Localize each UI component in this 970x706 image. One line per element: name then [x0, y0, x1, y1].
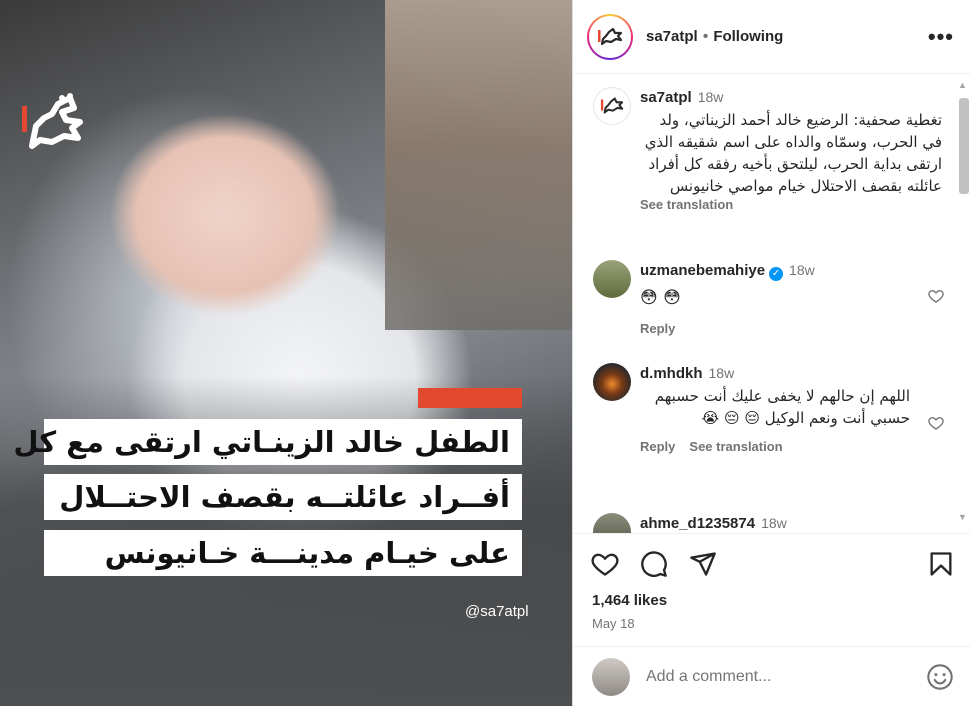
comment-like-heart-icon[interactable] — [928, 288, 944, 304]
reply-button[interactable]: Reply — [640, 321, 675, 336]
comment-content: ahme_d1235874 18w — [640, 515, 910, 533]
commenter-avatar[interactable] — [593, 260, 631, 298]
commenter-avatar[interactable] — [593, 363, 631, 401]
bookmark-icon[interactable] — [927, 550, 955, 578]
separator-dot: • — [702, 27, 709, 45]
comments-list[interactable]: sa7atpl 18w تغطية صحفية: الرضيع خالد أحمد… — [573, 75, 970, 533]
post-header: sa7atpl • Following ••• — [573, 0, 970, 74]
comment-time: 18w — [708, 365, 735, 381]
current-user-avatar[interactable] — [592, 657, 630, 696]
caption-avatar[interactable] — [593, 87, 631, 125]
comment-icon[interactable] — [640, 550, 668, 578]
headline-line-1: الطفل خالد الزينـاتي ارتقى مع كل — [13, 419, 522, 465]
commenter-avatar[interactable] — [593, 513, 631, 533]
comment-time: 18w — [789, 262, 815, 278]
comment-content: d.mhdkh 18w اللهم إن حالهم لا يخفى عليك أ… — [640, 365, 910, 454]
verified-badge-icon: ✓ — [769, 267, 784, 281]
brand-logo-icon — [600, 97, 624, 114]
headline-line-3: على خيـام مدينـــة خـانيونس — [44, 530, 522, 576]
add-comment-input[interactable] — [646, 667, 926, 686]
brand-logo-icon — [598, 27, 623, 45]
share-icon[interactable] — [689, 550, 717, 578]
comment-item: uzmanebemahiye ✓ 18w 😳 😳 Reply — [593, 260, 944, 340]
post-date[interactable]: May 18 — [592, 616, 635, 631]
comment-username[interactable]: ahme_d1235874 — [640, 515, 755, 532]
comment-time: 18w — [761, 515, 787, 531]
image-watermark: @sa7atpl — [465, 603, 529, 620]
comment-text: 😳 😳 — [640, 288, 681, 308]
following-button[interactable]: Following — [713, 28, 783, 45]
caption-text: تغطية صحفية: الرضيع خالد أحمد الزيناتي، … — [644, 111, 942, 195]
comment-like-heart-icon[interactable] — [928, 415, 944, 431]
likes-count[interactable]: 1,464 likes — [592, 592, 667, 609]
comment-username[interactable]: uzmanebemahiye — [640, 262, 765, 279]
see-translation-button[interactable]: See translation — [689, 439, 782, 454]
post-dialog: الطفل خالد الزينـاتي ارتقى مع كل أفــراد… — [0, 0, 970, 706]
caption-item: sa7atpl 18w تغطية صحفية: الرضيع خالد أحمد… — [593, 87, 944, 237]
add-comment-bar — [573, 646, 970, 706]
headline-accent-bar — [418, 388, 522, 408]
caption-content: sa7atpl 18w تغطية صحفية: الرضيع خالد أحمد… — [640, 89, 942, 212]
photo-background-fabric — [385, 0, 572, 330]
comment-username[interactable]: d.mhdkh — [640, 365, 703, 382]
headline-line-2: أفــراد عائلتــه بقصف الاحتــلال — [44, 474, 522, 520]
comment-content: uzmanebemahiye ✓ 18w 😳 😳 Reply — [640, 262, 910, 336]
brand-logo-icon — [22, 93, 83, 149]
scrollbar-thumb[interactable] — [959, 98, 969, 194]
author-avatar[interactable] — [587, 13, 633, 60]
caption-username[interactable]: sa7atpl — [640, 89, 692, 106]
more-options-icon[interactable]: ••• — [928, 24, 954, 50]
comments-scrollbar[interactable]: ▲ ▼ — [956, 78, 969, 528]
post-image[interactable]: الطفل خالد الزينـاتي ارتقى مع كل أفــراد… — [0, 0, 572, 706]
emoji-icon[interactable] — [926, 663, 954, 691]
heart-icon[interactable] — [591, 550, 619, 578]
post-details-panel: sa7atpl • Following ••• sa7atpl 18w تغطي… — [572, 0, 970, 706]
comment-item: d.mhdkh 18w اللهم إن حالهم لا يخفى عليك أ… — [593, 363, 944, 483]
comment-text: اللهم إن حالهم لا يخفى عليك أنت حسبهم حس… — [654, 387, 910, 427]
reply-button[interactable]: Reply — [640, 439, 675, 454]
author-username[interactable]: sa7atpl — [646, 28, 698, 45]
comment-item: ahme_d1235874 18w — [593, 513, 944, 533]
caption-time: 18w — [697, 89, 724, 105]
scroll-up-icon[interactable]: ▲ — [958, 80, 967, 90]
scroll-down-icon[interactable]: ▼ — [958, 512, 967, 522]
caption-see-translation[interactable]: See translation — [640, 197, 942, 212]
